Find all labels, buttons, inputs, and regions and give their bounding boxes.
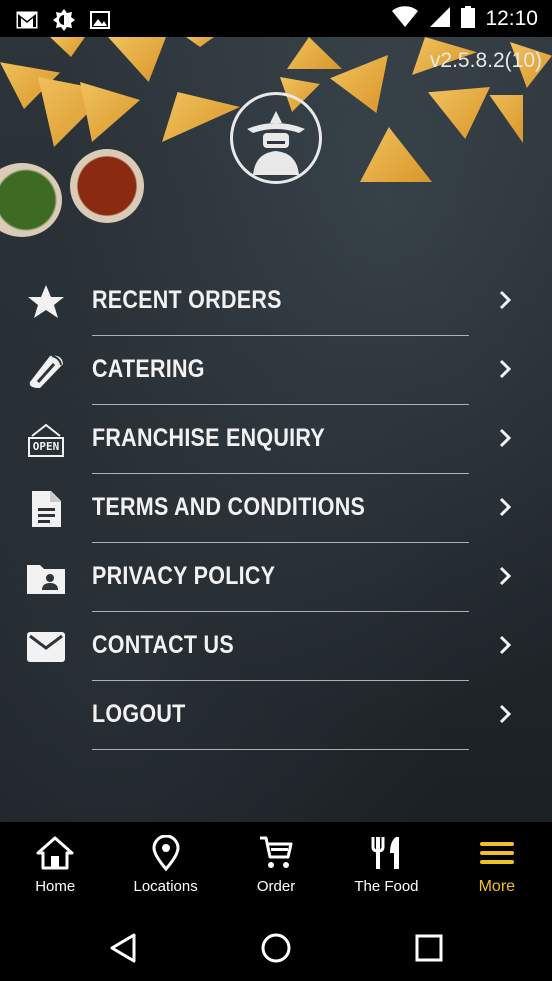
burrito-icon xyxy=(25,352,67,390)
menu-item-label: CATERING xyxy=(92,355,205,383)
chevron-right-icon xyxy=(499,290,512,310)
image-icon xyxy=(90,11,110,33)
menu-item-label: LOGOUT xyxy=(92,700,186,728)
nav-item-locations[interactable]: Locations xyxy=(110,822,220,914)
nav-item-home[interactable]: Home xyxy=(0,822,110,914)
more-menu: RECENT ORDERS CATERING OPEN FRANCHISE EN… xyxy=(0,267,552,750)
status-bar: 12:10 xyxy=(0,0,552,37)
gmail-icon xyxy=(16,11,38,33)
more-screen: v2.5.8.2(10) RECENT ORDERS CATERING OPEN… xyxy=(0,37,552,822)
sombrero-man-logo xyxy=(230,92,322,184)
home-circle-icon[interactable] xyxy=(256,928,296,968)
recents-icon[interactable] xyxy=(409,928,449,968)
menu-item-logout[interactable]: LOGOUT xyxy=(0,681,552,750)
back-icon[interactable] xyxy=(103,928,143,968)
menu-item-privacy-policy[interactable]: PRIVACY POLICY xyxy=(0,543,552,612)
contact-folder-icon xyxy=(25,559,67,597)
open-sign-text: OPEN xyxy=(27,437,65,457)
app-version: v2.5.8.2(10) xyxy=(429,49,542,72)
chevron-right-icon xyxy=(499,497,512,517)
menu-item-contact-us[interactable]: CONTACT US xyxy=(0,612,552,681)
home-icon xyxy=(35,835,75,871)
signal-icon xyxy=(429,6,451,32)
guacamole-bowl-decoration xyxy=(0,163,62,237)
menu-item-franchise-enquiry[interactable]: OPEN FRANCHISE ENQUIRY xyxy=(0,405,552,474)
wifi-icon xyxy=(391,6,419,32)
chevron-right-icon xyxy=(499,566,512,586)
nav-label: Locations xyxy=(133,878,198,895)
star-icon xyxy=(25,283,67,321)
cart-icon xyxy=(256,835,296,871)
system-nav-bar xyxy=(0,914,552,981)
chevron-right-icon xyxy=(499,704,512,724)
location-pin-icon xyxy=(146,835,186,871)
menu-lines-icon xyxy=(477,835,517,871)
document-icon xyxy=(25,490,67,528)
nav-label: Order xyxy=(256,878,296,895)
menu-item-label: RECENT ORDERS xyxy=(92,286,282,314)
brightness-icon xyxy=(52,8,76,36)
salsa-bowl-decoration xyxy=(70,149,144,223)
menu-item-label: FRANCHISE ENQUIRY xyxy=(92,424,325,452)
nav-label: More xyxy=(478,878,516,895)
nav-item-the-food[interactable]: The Food xyxy=(331,822,441,914)
divider xyxy=(92,749,469,750)
menu-item-terms-and-conditions[interactable]: TERMS AND CONDITIONS xyxy=(0,474,552,543)
status-time: 12:10 xyxy=(485,7,538,30)
chevron-right-icon xyxy=(499,635,512,655)
menu-item-catering[interactable]: CATERING xyxy=(0,336,552,405)
nav-item-more[interactable]: More xyxy=(442,822,552,914)
menu-item-recent-orders[interactable]: RECENT ORDERS xyxy=(0,267,552,336)
battery-icon xyxy=(461,6,476,32)
menu-item-label: TERMS AND CONDITIONS xyxy=(92,493,366,521)
nav-label: Home xyxy=(35,878,76,895)
chevron-right-icon xyxy=(499,428,512,448)
chevron-right-icon xyxy=(499,359,512,379)
bottom-nav: Home Locations Order The Food More xyxy=(0,822,552,914)
menu-item-label: PRIVACY POLICY xyxy=(92,562,276,590)
menu-item-label: CONTACT US xyxy=(92,631,234,659)
open-sign-icon: OPEN xyxy=(25,421,67,459)
fork-knife-icon xyxy=(366,835,406,871)
nav-item-order[interactable]: Order xyxy=(221,822,331,914)
mail-icon xyxy=(25,628,67,666)
nav-label: The Food xyxy=(354,878,419,895)
